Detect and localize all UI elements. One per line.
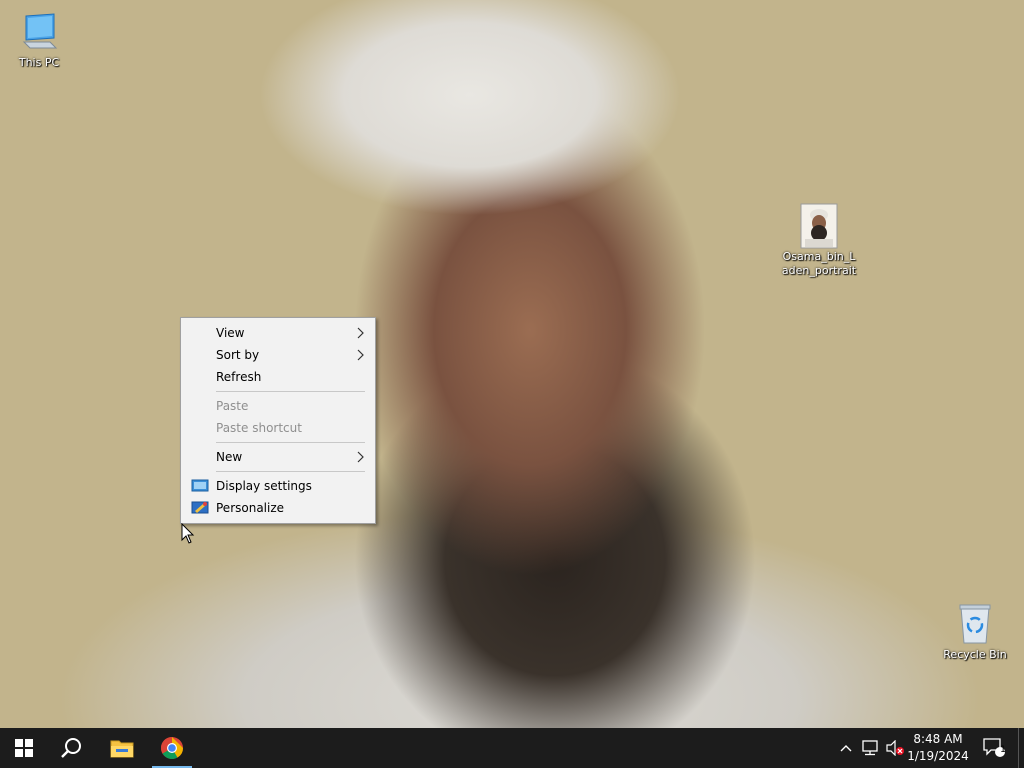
chrome-button[interactable] <box>148 728 196 768</box>
volume-muted-icon <box>886 740 904 756</box>
desktop-icon-label: This PC <box>18 56 60 69</box>
menu-item-label: Sort by <box>216 348 260 362</box>
desktop-icon-label: Osama_bin_Laden_portrait <box>781 250 857 277</box>
clock-date: 1/19/2024 <box>907 749 969 763</box>
file-explorer-button[interactable] <box>98 728 146 768</box>
menu-item-new[interactable]: New <box>181 446 375 468</box>
menu-item-paste-shortcut[interactable]: Paste shortcut <box>181 417 375 439</box>
action-center-button[interactable]: 1 <box>980 728 1008 768</box>
menu-item-label: Paste shortcut <box>216 421 302 435</box>
menu-item-label: View <box>216 326 245 340</box>
search-icon <box>61 738 81 758</box>
monitor-icon <box>17 10 61 54</box>
search-button[interactable] <box>48 728 96 768</box>
notification-count: 1 <box>1000 745 1006 755</box>
menu-item-label: Paste <box>216 399 249 413</box>
file-explorer-icon <box>110 740 134 758</box>
menu-separator <box>216 442 365 443</box>
menu-item-refresh[interactable]: Refresh <box>181 366 375 388</box>
menu-separator <box>216 471 365 472</box>
desktop-icon-label: Recycle Bin <box>943 648 1007 661</box>
chevron-right-icon <box>357 349 364 361</box>
menu-item-label: Personalize <box>216 501 285 515</box>
clock-time: 8:48 AM <box>913 732 963 746</box>
taskbar: 8:48 AM 1/19/2024 1 <box>0 728 1024 768</box>
start-button[interactable] <box>0 728 48 768</box>
menu-item-label: New <box>216 450 243 464</box>
network-icon <box>862 740 878 756</box>
start-icon <box>15 739 33 757</box>
chevron-right-icon <box>357 451 364 463</box>
network-tray-button[interactable] <box>858 728 882 768</box>
desktop[interactable]: This PC Osama_bin_Laden_portrait Recycle… <box>0 0 1024 728</box>
menu-item-view[interactable]: View <box>181 322 375 344</box>
show-hidden-icons-button[interactable] <box>836 728 856 768</box>
menu-item-label: Display settings <box>216 479 312 493</box>
display-settings-icon <box>191 479 209 492</box>
image-file-icon <box>797 203 841 249</box>
chevron-up-icon <box>840 745 852 752</box>
mouse-cursor-icon <box>181 523 195 544</box>
menu-item-personalize[interactable]: Personalize <box>181 497 375 519</box>
desktop-context-menu: View Sort by Refresh Paste Paste shortcu… <box>180 317 376 524</box>
desktop-icon-this-pc[interactable]: This PC <box>1 10 77 70</box>
recycle-bin-icon <box>953 602 997 646</box>
desktop-icon-image-file[interactable]: Osama_bin_Laden_portrait <box>781 203 857 278</box>
menu-separator <box>216 391 365 392</box>
menu-item-sort-by[interactable]: Sort by <box>181 344 375 366</box>
menu-item-paste[interactable]: Paste <box>181 395 375 417</box>
menu-item-display-settings[interactable]: Display settings <box>181 475 375 497</box>
personalize-icon <box>191 501 209 514</box>
desktop-icon-recycle-bin[interactable]: Recycle Bin <box>937 602 1013 662</box>
chrome-icon <box>161 737 183 759</box>
clock[interactable]: 8:48 AM 1/19/2024 <box>904 731 972 765</box>
chevron-right-icon <box>357 327 364 339</box>
show-desktop-button[interactable] <box>1018 728 1024 768</box>
menu-item-label: Refresh <box>216 370 262 384</box>
